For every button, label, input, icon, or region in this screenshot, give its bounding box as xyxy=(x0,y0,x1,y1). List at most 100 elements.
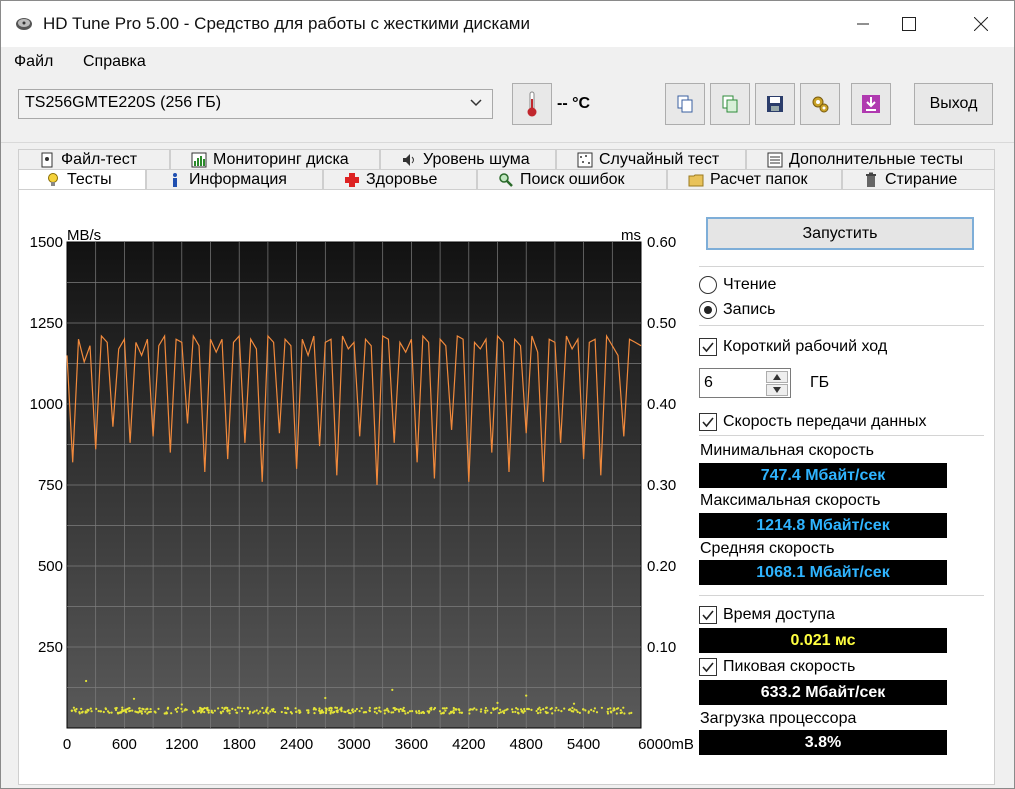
access-time-point xyxy=(393,706,396,710)
access-time-point xyxy=(440,712,443,715)
access-time-point xyxy=(210,709,213,712)
tab-random-access[interactable]: Случайный тест xyxy=(556,149,746,169)
tab-label: Здоровье xyxy=(366,170,438,188)
lightbulb-icon xyxy=(48,173,58,186)
access-time-label: Время доступа xyxy=(723,606,835,623)
access-time-point xyxy=(420,711,423,714)
app-disk-icon xyxy=(16,18,32,30)
save-button[interactable] xyxy=(755,83,795,125)
menu-file[interactable]: Файл xyxy=(14,53,53,71)
close-button[interactable] xyxy=(958,1,1004,47)
tab-info[interactable]: Информация xyxy=(146,169,323,189)
access-time-point xyxy=(248,710,252,713)
checkmark-icon xyxy=(699,338,717,356)
burst-rate-checkbox[interactable]: Пиковая скорость xyxy=(699,658,855,676)
tab-disk-monitor[interactable]: Мониторинг диска xyxy=(170,149,380,169)
y-axis-left-label: MB/s xyxy=(67,227,101,244)
access-time-point xyxy=(375,712,378,715)
access-time-point xyxy=(560,710,563,713)
minimize-button[interactable] xyxy=(840,1,886,47)
x-tick-label: 3600 xyxy=(395,736,428,753)
checkmark-icon xyxy=(699,606,717,624)
access-time-point xyxy=(138,707,141,710)
write-radio[interactable]: Запись xyxy=(699,301,776,319)
access-time-point xyxy=(438,710,442,713)
access-time-point xyxy=(452,711,455,715)
tab-error-scan[interactable]: Поиск ошибок xyxy=(477,169,667,189)
tab-extra-tests[interactable]: Дополнительные тесты xyxy=(746,149,995,169)
tab-noise-level[interactable]: Уровень шума xyxy=(380,149,556,169)
exit-button[interactable]: Выход xyxy=(914,83,993,125)
access-time-point xyxy=(333,710,336,714)
short-stroke-spinbox[interactable]: 6 xyxy=(699,368,791,398)
read-radio[interactable]: Чтение xyxy=(699,276,776,294)
access-time-point xyxy=(340,707,343,710)
tab-erase[interactable]: Стирание xyxy=(842,169,995,189)
access-time-point xyxy=(530,708,533,712)
access-time-point xyxy=(121,706,124,709)
short-stroke-checkbox[interactable]: Короткий рабочий ход xyxy=(699,338,887,356)
access-time-point xyxy=(328,709,331,712)
spin-up-button[interactable] xyxy=(766,371,788,383)
y-right-tick-label: 0.30 xyxy=(647,477,676,494)
access-time-point xyxy=(351,709,354,712)
access-time-point xyxy=(573,708,576,711)
access-time-point xyxy=(354,709,357,713)
access-time-point xyxy=(617,707,620,710)
access-time-point xyxy=(499,708,502,711)
access-time-checkbox[interactable]: Время доступа xyxy=(699,606,835,624)
access-time-point xyxy=(378,706,381,709)
temperature-button[interactable] xyxy=(512,83,552,125)
x-tick-label: 1200 xyxy=(165,736,198,753)
access-time-point xyxy=(124,710,127,713)
download-button[interactable] xyxy=(851,83,891,125)
options-button[interactable] xyxy=(800,83,840,125)
access-time-point xyxy=(234,708,237,712)
avg-speed-value: 1068.1 Мбайт/сек xyxy=(699,560,947,585)
access-time-point xyxy=(116,711,119,714)
access-time-point xyxy=(514,710,517,714)
spin-down-button[interactable] xyxy=(766,384,788,396)
access-time-point xyxy=(545,706,548,710)
drive-select[interactable]: TS256GMTE220S (256 ГБ) xyxy=(18,89,493,119)
access-time-point xyxy=(257,712,260,715)
access-time-point xyxy=(486,709,489,712)
access-time-point xyxy=(383,709,386,712)
menu-help[interactable]: Справка xyxy=(83,53,146,71)
access-time-point xyxy=(484,711,487,714)
tab-label: Расчет папок xyxy=(710,170,808,188)
access-time-point xyxy=(199,711,203,714)
y-right-tick-label: 0.60 xyxy=(647,234,676,251)
access-time-point xyxy=(207,711,210,714)
burst-rate-value: 633.2 Мбайт/сек xyxy=(699,680,947,705)
monitor-chart-icon xyxy=(191,152,207,167)
minimize-icon xyxy=(857,23,869,25)
access-time-point xyxy=(221,710,225,713)
access-time-point xyxy=(318,707,321,710)
access-time-point xyxy=(346,710,349,713)
access-time-point xyxy=(427,711,430,714)
access-time-point xyxy=(175,710,179,713)
separator xyxy=(699,435,984,436)
access-time-point xyxy=(265,711,268,714)
maximize-button[interactable] xyxy=(886,1,932,47)
tab-folder-usage[interactable]: Расчет папок xyxy=(667,169,842,189)
start-button[interactable]: Запустить xyxy=(706,217,974,250)
access-time-point xyxy=(582,708,585,711)
transfer-rate-checkbox[interactable]: Скорость передачи данных xyxy=(699,413,927,431)
access-time-point xyxy=(606,712,610,715)
tab-benchmark[interactable]: Тесты xyxy=(18,169,146,190)
chevron-down-icon xyxy=(470,99,482,107)
copy-screenshot-button[interactable] xyxy=(710,83,750,125)
title-bar: HD Tune Pro 5.00 - Средство для работы с… xyxy=(1,1,1014,47)
access-time-point xyxy=(619,709,622,712)
access-time-point xyxy=(539,708,542,712)
access-time-point xyxy=(193,711,196,714)
tab-file-test[interactable]: Файл-тест xyxy=(18,149,170,169)
tab-health[interactable]: Здоровье xyxy=(323,169,477,189)
y-right-tick-label: 0.20 xyxy=(647,558,676,575)
access-time-point xyxy=(240,710,244,713)
copy-info-button[interactable] xyxy=(665,83,705,125)
access-time-point xyxy=(157,707,160,711)
access-time-point xyxy=(511,708,514,711)
